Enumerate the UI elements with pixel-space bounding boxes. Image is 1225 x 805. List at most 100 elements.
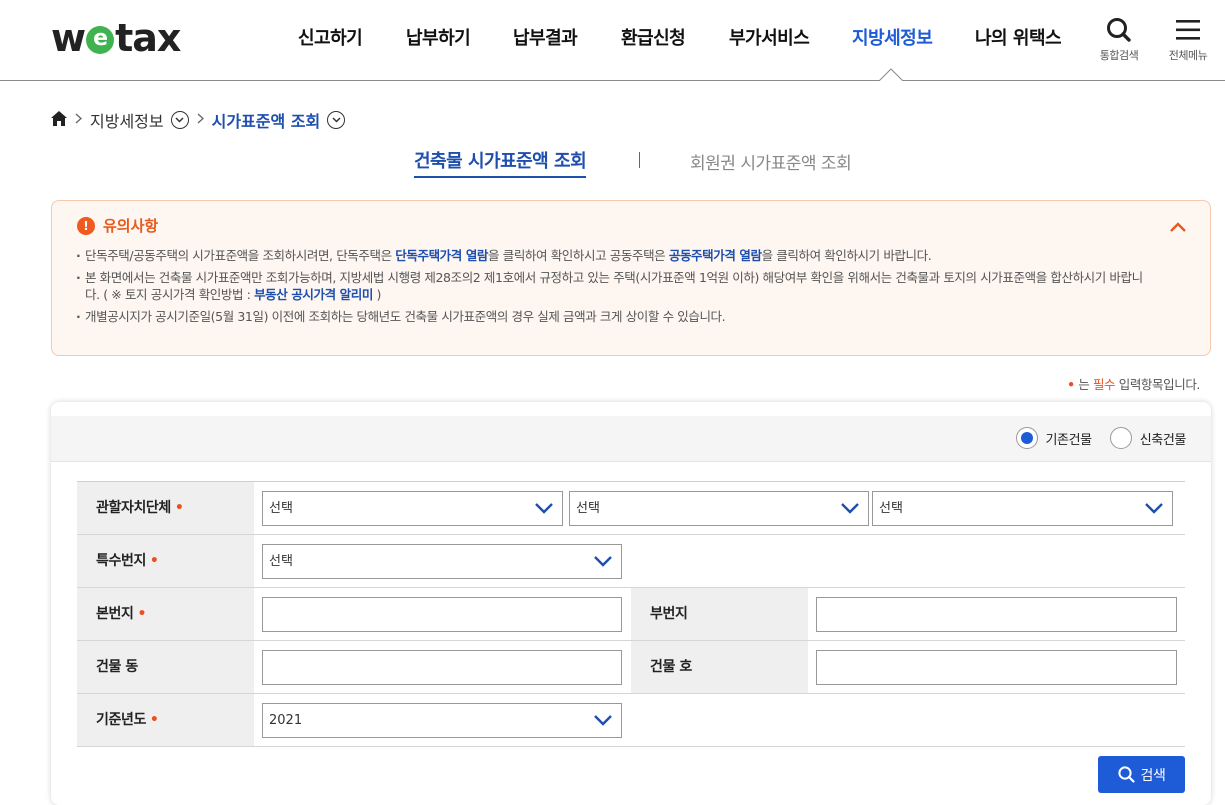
building-type-bar: 기존건물 신축건물 (51, 416, 1211, 462)
special-lot-label: 특수번지 • (77, 535, 254, 587)
search-icon (1117, 766, 1135, 783)
notice-item: 본 화면에서는 건축물 시가표준액만 조회가능하며, 지방세법 시행령 제28조… (76, 269, 1156, 303)
breadcrumb-level1[interactable]: 지방세정보 (90, 108, 164, 132)
sub-lot-label: 부번지 (631, 588, 808, 640)
chevron-down-icon (1145, 503, 1163, 514)
main-navigation: 신고하기 납부하기 납부결과 환급신청 부가서비스 지방세정보 나의 위택스 (298, 24, 1075, 50)
chevron-down-icon (535, 503, 553, 514)
notice-text: ) (372, 287, 382, 302)
new-building-radio[interactable]: 신축건물 (1109, 427, 1187, 449)
form-row-building: 건물 동 건물 호 (77, 641, 1185, 694)
tab-building-standard-price[interactable]: 건축물 시가표준액 조회 (414, 147, 587, 178)
building-type-radio-group: 기존건물 신축건물 (998, 427, 1187, 449)
notice-title-text: 유의사항 (103, 217, 159, 235)
nav-item-pay-result[interactable]: 납부결과 (513, 24, 621, 50)
form-row-jurisdiction: 관할자치단체 • 선택 선택 선택 (77, 482, 1185, 535)
select-value: 선택 (269, 554, 293, 569)
realty-price-alimi-link[interactable]: 부동산 공시가격 알리미 (254, 287, 373, 302)
required-mark: • (149, 553, 159, 569)
new-building-label: 신축건물 (1139, 432, 1187, 448)
nav-item-report[interactable]: 신고하기 (298, 24, 406, 50)
search-form-table: 관할자치단체 • 선택 선택 선택 특수번지 • 선택 본번지 • 부번지 건물… (77, 481, 1185, 747)
radio-checked[interactable] (1015, 427, 1038, 449)
notice-text: 본 화면에서는 건축물 시가표준액만 조회가능하며, 지방세법 시행령 제28조… (85, 270, 1143, 302)
notice-title: ! 유의사항 (77, 215, 158, 236)
detached-house-price-link[interactable]: 단독주택가격 열람 (395, 248, 488, 263)
notice-text: 단독주택/공동주택의 시가표준액을 조회하시려면, 단독주택은 (85, 248, 396, 263)
home-icon[interactable] (51, 110, 67, 130)
breadcrumb-current[interactable]: 시가표준액 조회 (212, 108, 321, 132)
breadcrumb: 지방세정보 시가표준액 조회 (51, 108, 346, 132)
notice-text: 개별공시지가 공시기준일(5월 31일) 이전에 조회하는 당해년도 건축물 시… (85, 309, 726, 324)
search-icon (1096, 16, 1142, 44)
chevron-down-icon (594, 715, 612, 726)
main-lot-input[interactable] (262, 597, 622, 632)
form-row-lot-number: 본번지 • 부번지 (77, 588, 1185, 641)
main-lot-label: 본번지 • (77, 588, 254, 640)
building-dong-label: 건물 동 (77, 641, 254, 693)
nav-item-my-wetax[interactable]: 나의 위택스 (975, 24, 1075, 50)
apartment-price-link[interactable]: 공동주택가격 열람 (669, 248, 762, 263)
chevron-down-circle-icon[interactable] (170, 111, 189, 129)
notice-item: 단독주택/공동주택의 시가표준액을 조회하시려면, 단독주택은 단독주택가격 열… (76, 247, 1156, 264)
building-dong-input[interactable] (262, 650, 622, 685)
nav-item-pay[interactable]: 납부하기 (406, 24, 513, 50)
select-value: 2021 (269, 713, 303, 728)
building-ho-input[interactable] (816, 650, 1177, 685)
chevron-right-icon (75, 112, 82, 128)
integrated-search-button[interactable]: 통합검색 (1096, 16, 1142, 63)
form-row-special-lot: 특수번지 • 선택 (77, 535, 1185, 588)
notice-item: 개별공시지가 공시기준일(5월 31일) 이전에 조회하는 당해년도 건축물 시… (76, 308, 1156, 325)
search-button-label: 검색 (1140, 767, 1166, 784)
select-value: 선택 (879, 501, 903, 516)
logo-e-circle: e (86, 26, 115, 54)
jurisdiction-dong-select[interactable]: 선택 (872, 491, 1173, 526)
special-lot-select[interactable]: 선택 (262, 544, 622, 579)
jurisdiction-sido-select[interactable]: 선택 (262, 491, 563, 526)
required-note-text: 입력항목입니다. (1115, 377, 1201, 392)
nav-item-local-tax-info[interactable]: 지방세정보 (852, 24, 975, 50)
tab-membership-standard-price[interactable]: 회원권 시가표준액 조회 (690, 149, 852, 174)
select-value: 선택 (269, 501, 293, 516)
chevron-down-icon (841, 503, 859, 514)
required-dot: • (1067, 377, 1075, 392)
base-year-select[interactable]: 2021 (262, 703, 622, 738)
jurisdiction-sigungu-select[interactable]: 선택 (569, 491, 869, 526)
integrated-search-label: 통합검색 (1099, 49, 1139, 62)
all-menu-button[interactable]: 전체메뉴 (1165, 16, 1211, 63)
required-mark: • (137, 606, 147, 622)
search-form-card: 기존건물 신축건물 관할자치단체 • 선택 선택 선택 특수번지 • 선택 본번… (51, 402, 1211, 805)
building-ho-label: 건물 호 (631, 641, 808, 693)
all-menu-label: 전체메뉴 (1168, 49, 1208, 62)
notice-text: 을 클릭하여 확인하시고 공동주택은 (488, 248, 669, 263)
nav-item-extra-services[interactable]: 부가서비스 (729, 24, 852, 50)
notice-box: ! 유의사항 단독주택/공동주택의 시가표준액을 조회하시려면, 단독주택은 단… (51, 200, 1211, 356)
base-year-label: 기준년도 • (77, 694, 254, 746)
existing-building-label: 기존건물 (1045, 432, 1093, 448)
sub-lot-input[interactable] (816, 597, 1177, 632)
chevron-down-circle-icon[interactable] (327, 111, 346, 129)
search-button[interactable]: 검색 (1098, 756, 1185, 793)
radio-unchecked[interactable] (1109, 427, 1132, 449)
chevron-down-icon (594, 556, 612, 567)
collapse-chevron-up-icon[interactable] (1170, 217, 1186, 236)
hamburger-icon (1165, 16, 1211, 44)
jurisdiction-label: 관할자치단체 • (77, 482, 254, 534)
required-field-note: • 는 필수 입력항목입니다. (1067, 374, 1200, 393)
site-header: w e tax 신고하기 납부하기 납부결과 환급신청 부가서비스 지방세정보 나의… (0, 0, 1225, 81)
nav-item-refund[interactable]: 환급신청 (621, 24, 729, 50)
required-word: 필수 (1092, 377, 1116, 392)
wetax-logo[interactable]: w e tax (51, 16, 181, 60)
notice-list: 단독주택/공동주택의 시가표준액을 조회하시려면, 단독주택은 단독주택가격 열… (76, 247, 1156, 330)
logo-text-tax: tax (115, 16, 181, 60)
required-mark: • (174, 500, 184, 516)
notice-text: 을 클릭하여 확인하시기 바랍니다. (761, 248, 932, 263)
existing-building-radio[interactable]: 기존건물 (1015, 427, 1093, 449)
logo-text-w: w (51, 16, 86, 60)
active-menu-caret-icon (879, 68, 903, 81)
form-row-base-year: 기준년도 • 2021 (77, 694, 1185, 747)
required-mark: • (149, 712, 159, 728)
exclamation-icon: ! (77, 216, 95, 235)
required-note-text: 는 (1074, 377, 1093, 392)
select-value: 선택 (576, 501, 600, 516)
